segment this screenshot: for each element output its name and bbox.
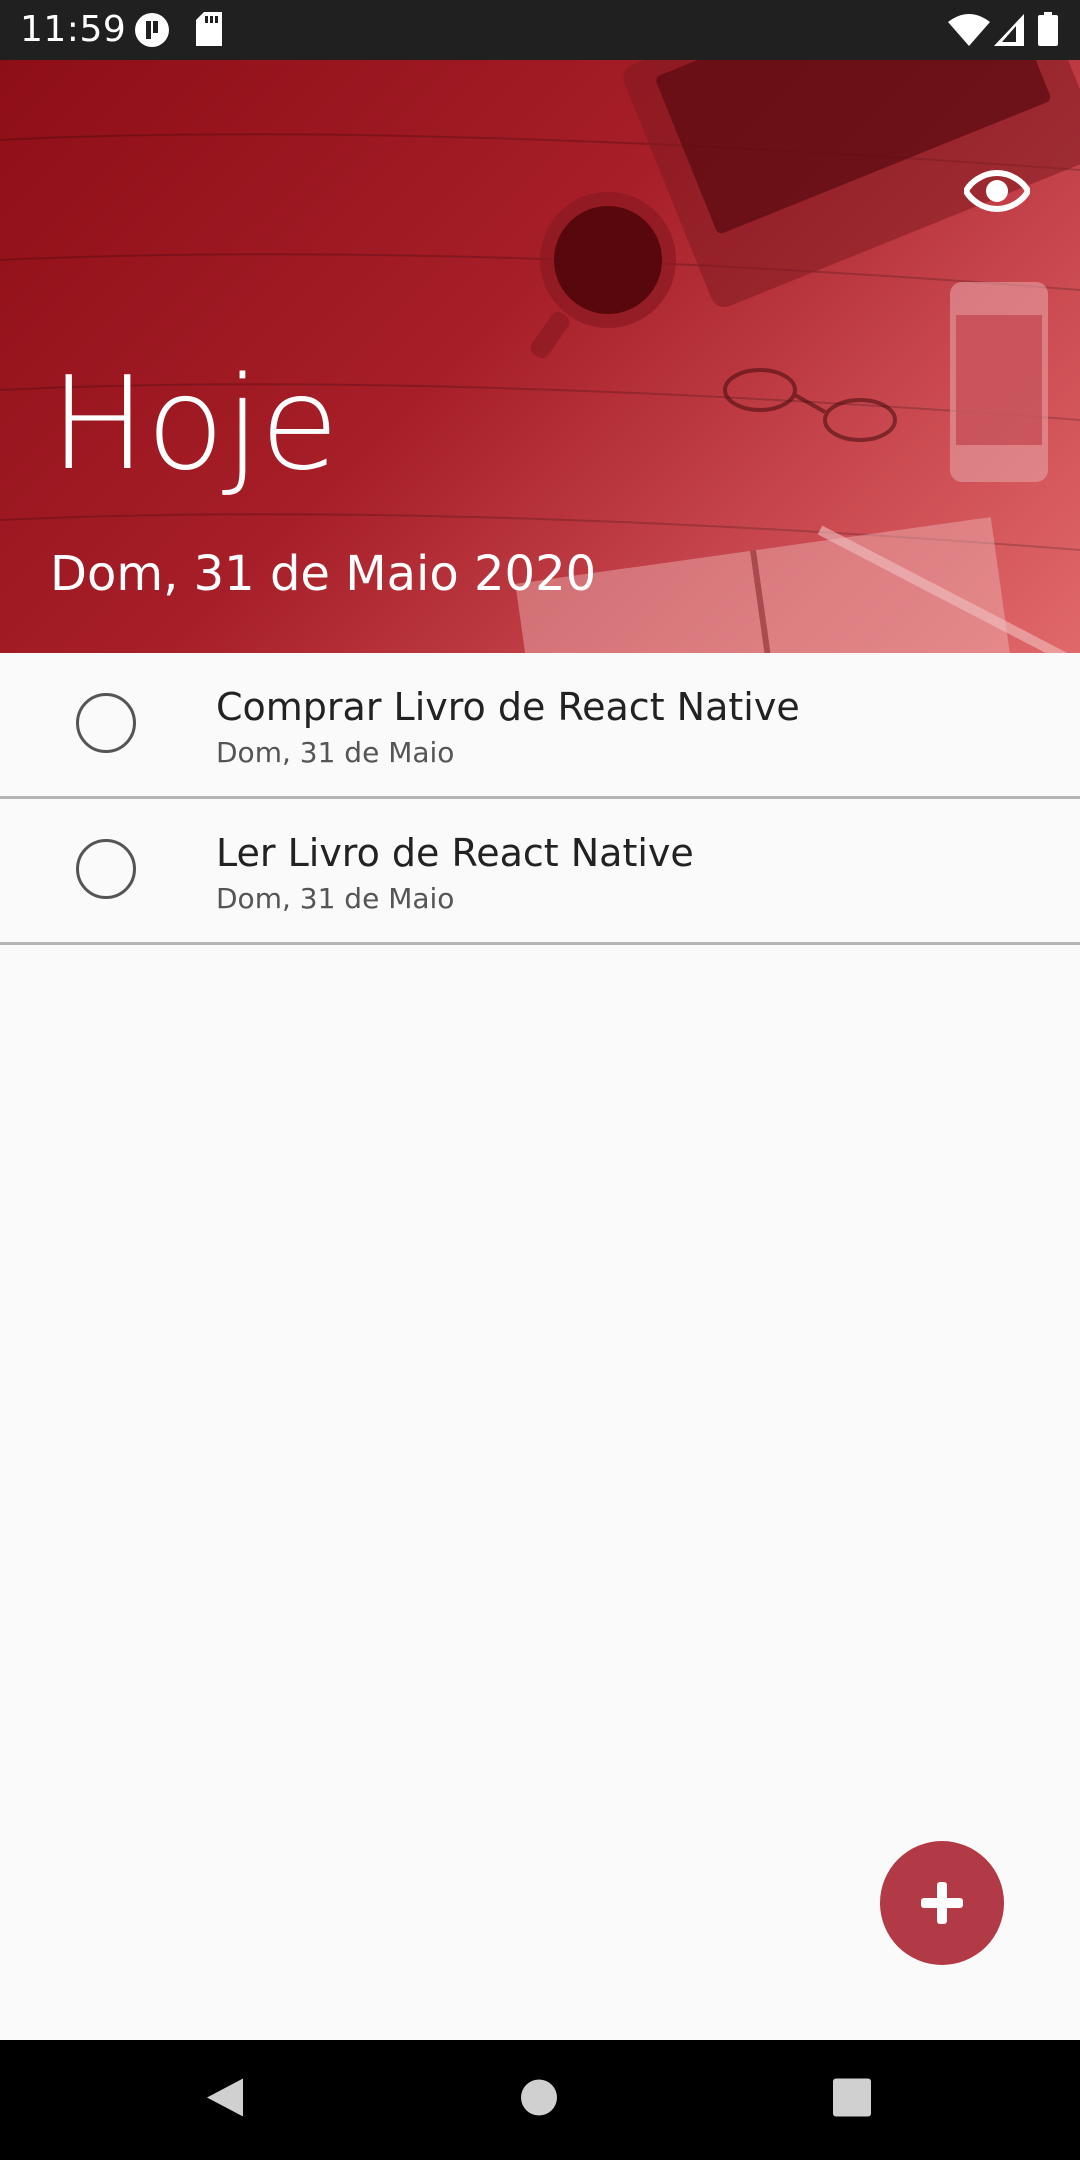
home-button[interactable] bbox=[520, 2079, 558, 2122]
task-title: Comprar Livro de React Native bbox=[216, 685, 800, 729]
signal-icon bbox=[994, 14, 1024, 51]
status-time: 11:59 bbox=[20, 9, 127, 50]
system-nav-bar bbox=[0, 2040, 1080, 2160]
header-banner: Hoje Dom, 31 de Maio 2020 bbox=[0, 60, 1080, 653]
battery-icon bbox=[1038, 12, 1058, 51]
recents-icon bbox=[833, 2078, 871, 2117]
task-row[interactable]: Ler Livro de React Native Dom, 31 de Mai… bbox=[0, 799, 1080, 945]
home-icon bbox=[521, 2079, 557, 2116]
status-bar: 11:59 bbox=[0, 0, 1080, 60]
plus-icon bbox=[921, 1882, 963, 1924]
wifi-icon bbox=[948, 14, 990, 51]
task-checkbox[interactable] bbox=[76, 693, 136, 753]
task-row[interactable]: Comprar Livro de React Native Dom, 31 de… bbox=[0, 653, 1080, 799]
task-date: Dom, 31 de Maio bbox=[216, 736, 455, 769]
task-list: Comprar Livro de React Native Dom, 31 de… bbox=[0, 653, 1080, 945]
task-title: Ler Livro de React Native bbox=[216, 831, 694, 875]
eye-icon bbox=[964, 169, 1030, 213]
page-title: Hoje bbox=[50, 350, 339, 499]
page-date: Dom, 31 de Maio 2020 bbox=[50, 546, 597, 602]
task-checkbox[interactable] bbox=[76, 839, 136, 899]
back-icon bbox=[207, 2078, 243, 2117]
recents-button[interactable] bbox=[833, 2078, 871, 2122]
toggle-visibility-button[interactable] bbox=[962, 156, 1032, 226]
add-task-button[interactable] bbox=[880, 1841, 1004, 1965]
app-notification-icon bbox=[134, 12, 170, 53]
sd-card-icon bbox=[196, 12, 222, 51]
task-date: Dom, 31 de Maio bbox=[216, 882, 455, 915]
back-button[interactable] bbox=[205, 2077, 245, 2124]
